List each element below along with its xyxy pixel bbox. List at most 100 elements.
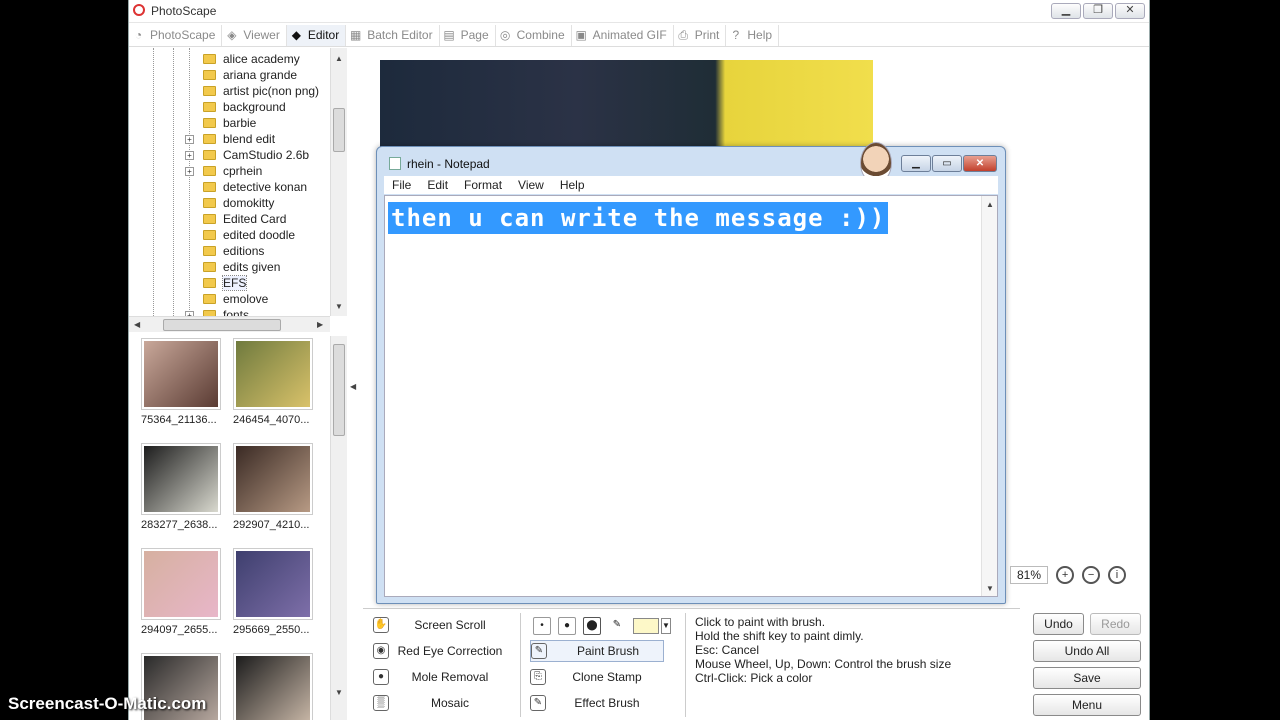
thumbnail-scrollbar[interactable]: ▲ ▼ — [330, 336, 347, 720]
folder-item[interactable]: cprhein — [203, 163, 262, 179]
close-button[interactable]: ✕ — [1115, 3, 1145, 19]
scroll-up-arrow-icon[interactable]: ▲ — [335, 54, 343, 63]
thumbnail[interactable]: 295669_2550... — [233, 548, 315, 636]
tab-viewer[interactable]: ◈ Viewer — [222, 24, 287, 46]
tab-batch-editor[interactable]: ▦ Batch Editor — [346, 24, 440, 46]
folder-item[interactable]: background — [203, 99, 286, 115]
folder-tree: alice academy ariana grande artist pic(non… — [129, 48, 349, 322]
scroll-down-arrow-icon[interactable]: ▼ — [986, 584, 994, 593]
brush-size-small-icon[interactable]: • — [533, 617, 551, 635]
notepad-maximize-button[interactable]: ▭ — [932, 155, 962, 172]
maximize-button[interactable]: ❐ — [1083, 3, 1113, 19]
tool-mosaic[interactable]: ▒ Mosaic — [373, 692, 505, 714]
folder-item[interactable]: detective konan — [203, 179, 307, 195]
undo-all-button[interactable]: Undo All — [1033, 640, 1141, 662]
tool-effect-brush[interactable]: ✎ Effect Brush — [530, 692, 662, 714]
thumbnail-image — [141, 548, 221, 620]
tool-clone-stamp[interactable]: ⎘ Clone Stamp — [530, 666, 662, 688]
help-line: Click to paint with brush. — [695, 615, 826, 629]
folder-tree-hscrollbar[interactable]: ◀ ▶ — [129, 316, 330, 332]
tool-label: Screen Scroll — [414, 618, 486, 632]
folder-name: EFS — [221, 275, 248, 291]
collapse-panel-arrow-icon[interactable]: ◀ — [350, 382, 356, 391]
tree-guide-line — [189, 48, 190, 316]
folder-item[interactable]: CamStudio 2.6b — [203, 147, 309, 163]
folder-item[interactable]: alice academy — [203, 51, 300, 67]
selected-text[interactable]: then u can write the message :)) — [388, 202, 889, 234]
folder-name: cprhein — [223, 164, 263, 178]
eyedropper-icon[interactable]: ✎ — [608, 617, 626, 635]
scroll-thumb[interactable] — [333, 108, 345, 152]
scroll-up-arrow-icon[interactable]: ▲ — [986, 200, 994, 209]
expand-icon[interactable]: + — [185, 135, 194, 144]
tab-label: Editor — [307, 28, 340, 42]
thumbnail-image — [233, 548, 313, 620]
folder-item[interactable]: artist pic(non png) — [203, 83, 319, 99]
folder-item[interactable]: edited doodle — [203, 227, 295, 243]
menu-format[interactable]: Format — [456, 176, 510, 194]
thumbnail[interactable]: 283277_2638... — [141, 443, 223, 531]
folder-item[interactable]: edits given — [203, 259, 280, 275]
tool-red-eye-correction[interactable]: ◉ Red Eye Correction — [373, 640, 505, 662]
tab-page[interactable]: ▤ Page — [440, 24, 496, 46]
help-line: Ctrl-Click: Pick a color — [695, 671, 813, 685]
folder-item[interactable]: blend edit — [203, 131, 275, 147]
menu-view[interactable]: View — [510, 176, 552, 194]
menu-file[interactable]: File — [384, 176, 419, 194]
folder-item[interactable]: editions — [203, 243, 264, 259]
expand-icon[interactable]: + — [185, 167, 194, 176]
tab-print[interactable]: ⎙ Print — [674, 24, 727, 46]
thumbnail[interactable]: 292907_4210... — [233, 443, 315, 531]
notepad-minimize-button[interactable]: ▁ — [901, 155, 931, 172]
tab-editor[interactable]: ◆ Editor — [286, 24, 347, 46]
photoscape-logo-icon — [133, 4, 145, 16]
minimize-button[interactable]: ▁ — [1051, 3, 1081, 19]
expand-icon[interactable]: + — [185, 151, 194, 160]
brush-color-swatch[interactable] — [633, 618, 659, 634]
notepad-close-button[interactable]: ✕ — [963, 155, 997, 172]
menu-edit[interactable]: Edit — [419, 176, 456, 194]
zoom-in-icon[interactable]: + — [1056, 566, 1075, 584]
zoom-out-icon[interactable]: − — [1082, 566, 1101, 584]
tab-combine[interactable]: ◎ Combine — [496, 24, 572, 46]
undo-button[interactable]: Undo — [1033, 613, 1084, 635]
folder-item[interactable]: ariana grande — [203, 67, 297, 83]
thumbnail[interactable] — [233, 653, 315, 720]
color-dropdown-icon[interactable]: ▼ — [661, 618, 671, 634]
notepad-text-area[interactable]: then u can write the message :)) ▲ ▼ — [384, 195, 998, 597]
folder-item[interactable]: emolove — [203, 291, 268, 307]
info-icon[interactable]: i — [1108, 566, 1127, 584]
batch-icon: ▦ — [350, 28, 362, 42]
scroll-left-arrow-icon[interactable]: ◀ — [134, 320, 140, 329]
folder-icon — [203, 246, 216, 256]
save-button[interactable]: Save — [1033, 667, 1141, 689]
folder-item[interactable]: barbie — [203, 115, 256, 131]
folder-icon — [203, 102, 216, 112]
folder-item[interactable]: domokitty — [203, 195, 274, 211]
tool-paint-brush[interactable]: ✎ Paint Brush — [530, 640, 664, 662]
redo-button[interactable]: Redo — [1090, 613, 1141, 635]
folder-tree-scrollbar[interactable]: ▲ ▼ — [330, 48, 347, 316]
tool-screen-scroll[interactable]: ✋ Screen Scroll — [373, 614, 505, 636]
scroll-thumb[interactable] — [333, 344, 345, 436]
thumbnail[interactable]: 294097_2655... — [141, 548, 223, 636]
scroll-down-arrow-icon[interactable]: ▼ — [335, 688, 343, 697]
menu-help[interactable]: Help — [552, 176, 593, 194]
mosaic-icon: ▒ — [373, 695, 389, 711]
thumbnail[interactable]: 246454_4070... — [233, 338, 315, 426]
menu-button[interactable]: Menu — [1033, 694, 1141, 716]
scroll-right-arrow-icon[interactable]: ▶ — [317, 320, 323, 329]
brush-size-medium-icon[interactable]: ● — [558, 617, 576, 635]
zoom-level[interactable]: 81% — [1010, 566, 1049, 584]
scroll-down-arrow-icon[interactable]: ▼ — [335, 302, 343, 311]
tab-animated-gif[interactable]: ▣ Animated GIF — [572, 24, 674, 46]
notepad-scrollbar[interactable]: ▲ ▼ — [981, 196, 997, 596]
folder-item[interactable]: Edited Card — [203, 211, 286, 227]
folder-item[interactable]: EFS — [203, 275, 248, 291]
tab-photoscape[interactable]: ◔ PhotoScape — [129, 24, 223, 46]
brush-size-large-icon[interactable]: ⬤ — [583, 617, 601, 635]
hscroll-thumb[interactable] — [163, 319, 281, 331]
tool-mole-removal[interactable]: ● Mole Removal — [373, 666, 505, 688]
thumbnail[interactable]: 75364_21136... — [141, 338, 223, 426]
tab-help[interactable]: ? Help — [726, 24, 780, 46]
